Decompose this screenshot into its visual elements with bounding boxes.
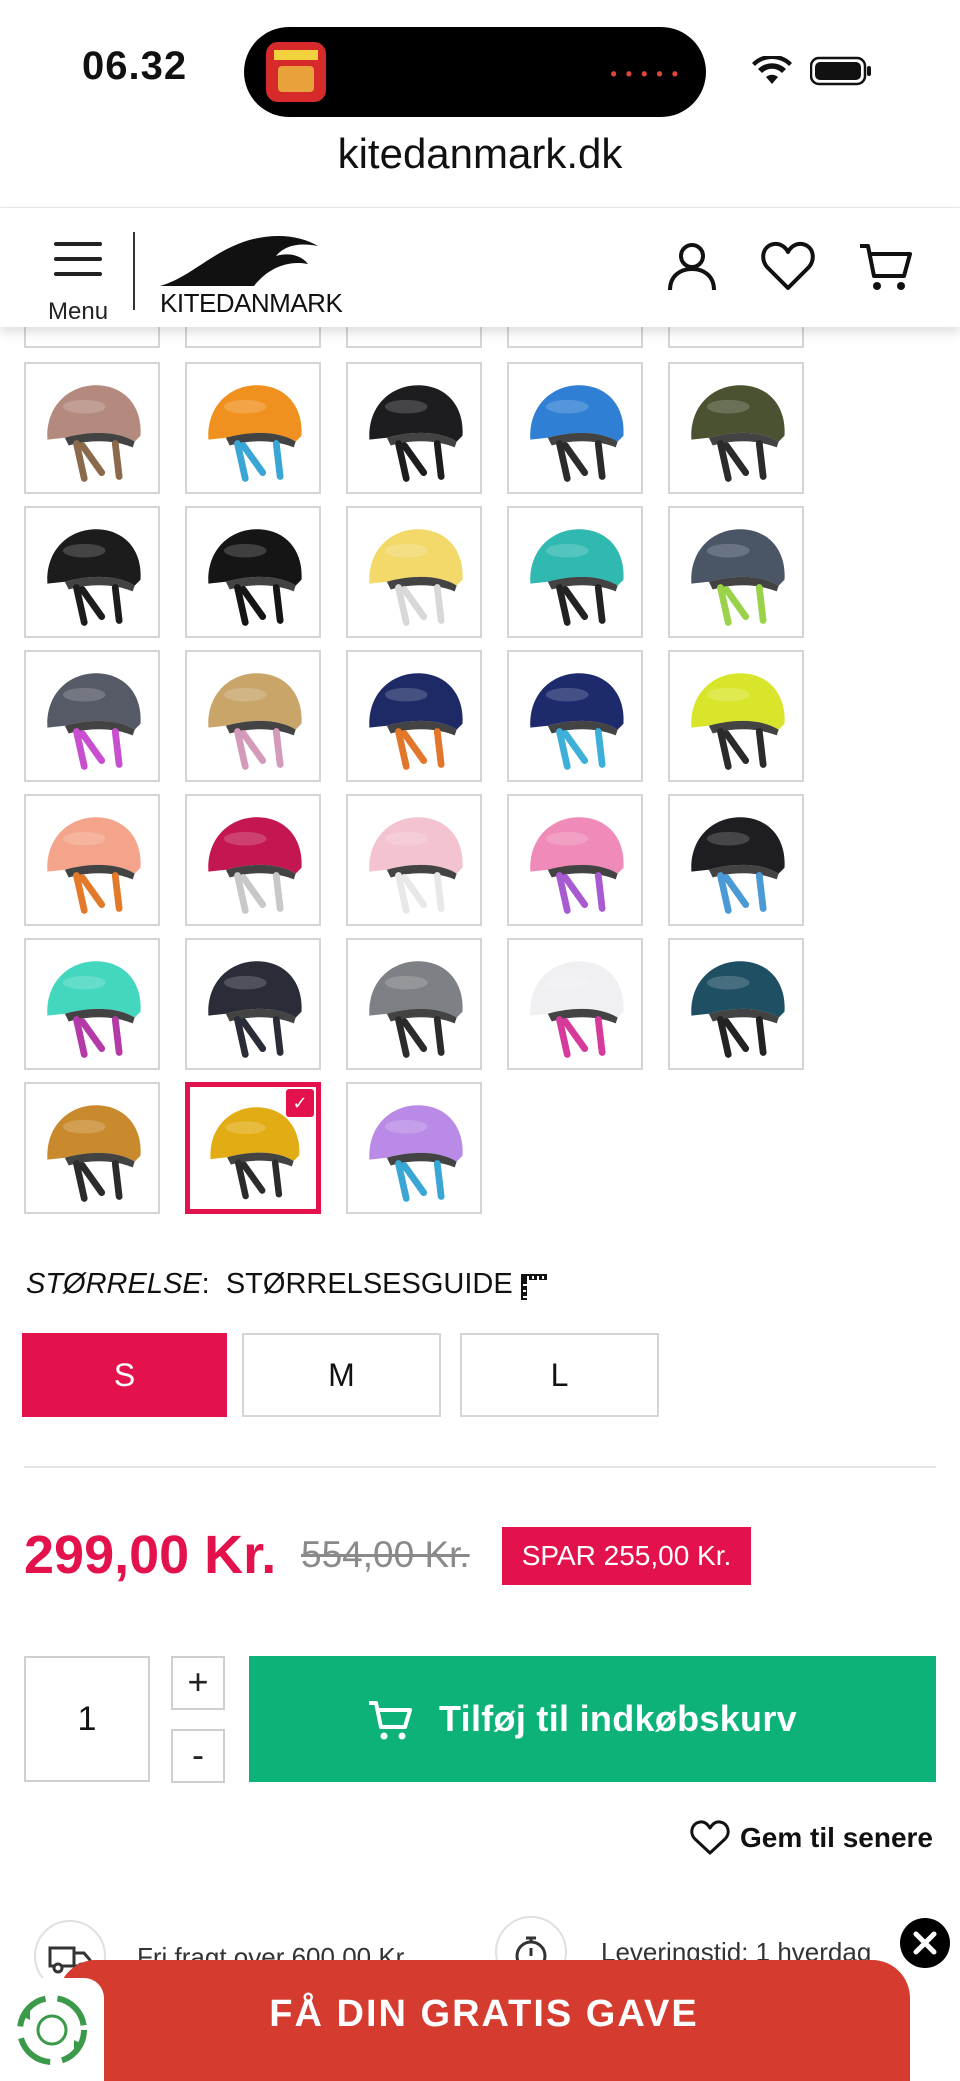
color-swatch-gradient-pink-blue[interactable] bbox=[346, 1082, 482, 1214]
helmet-icon bbox=[369, 817, 463, 914]
helmet-icon bbox=[530, 961, 624, 1058]
size-guide-link[interactable]: STØRRELSESGUIDE bbox=[226, 1268, 513, 1300]
header-divider bbox=[133, 232, 135, 310]
now-playing-artwork bbox=[266, 42, 326, 102]
helmet-icon bbox=[530, 529, 624, 626]
color-swatch-black-print[interactable] bbox=[346, 362, 482, 494]
color-swatch-eight-ball[interactable] bbox=[185, 938, 321, 1070]
save-for-later-label: Gem til senere bbox=[740, 1822, 933, 1853]
helmet-icon bbox=[47, 385, 141, 482]
color-swatch-granite-pink[interactable] bbox=[24, 650, 160, 782]
logo-text: KITEDANMARK bbox=[160, 288, 343, 318]
browser-url[interactable]: kitedanmark.dk bbox=[0, 130, 960, 178]
color-swatch-gold[interactable]: ✓ bbox=[185, 1082, 321, 1214]
helmet-icon bbox=[208, 529, 302, 626]
color-swatch-leopard[interactable] bbox=[24, 1082, 160, 1214]
color-swatch-olive[interactable] bbox=[668, 362, 804, 494]
helmet-icon bbox=[530, 385, 624, 482]
color-swatch-petrol[interactable] bbox=[668, 938, 804, 1070]
selected-check-icon: ✓ bbox=[286, 1089, 314, 1117]
wifi-icon bbox=[752, 56, 792, 84]
helmet-icon bbox=[47, 817, 141, 914]
helmet-icon bbox=[691, 529, 785, 626]
save-badge: SPAR 255,00 Kr. bbox=[502, 1527, 751, 1585]
wave-logo-icon bbox=[160, 235, 318, 286]
free-gift-label: FÅ DIN GRATIS GAVE bbox=[269, 1993, 699, 2035]
quantity-plus-button[interactable]: + bbox=[171, 1656, 225, 1710]
status-time: 06.32 bbox=[82, 44, 188, 88]
audio-waveform-icon: • • • • • bbox=[610, 64, 680, 84]
status-bar: 06.32 • • • • • kitedanmark.dk bbox=[0, 0, 960, 177]
color-swatch-grey[interactable] bbox=[346, 938, 482, 1070]
old-price: 554,00 Kr. bbox=[301, 1534, 470, 1575]
menu-button[interactable]: Menu bbox=[44, 232, 114, 325]
color-swatch-black-blue[interactable] bbox=[668, 794, 804, 926]
color-swatch-black-skull[interactable] bbox=[24, 506, 160, 638]
battery-icon bbox=[810, 56, 871, 86]
helmet-icon bbox=[369, 961, 463, 1058]
helmet-icon bbox=[691, 673, 785, 770]
color-swatch-rose-tan[interactable] bbox=[24, 362, 160, 494]
add-to-cart-label: Tilføj til indkøbskurv bbox=[439, 1698, 797, 1739]
helmet-icon bbox=[208, 385, 302, 482]
size-option-l[interactable]: L bbox=[460, 1333, 659, 1417]
color-swatch-granite-lime[interactable] bbox=[668, 506, 804, 638]
size-option-m[interactable]: M bbox=[242, 1333, 441, 1417]
color-swatch-peach-orange[interactable] bbox=[24, 794, 160, 926]
current-price: 299,00 Kr. bbox=[24, 1525, 277, 1585]
site-header: Menu KITEDANMARK bbox=[0, 207, 960, 327]
helmet-icon bbox=[47, 961, 141, 1058]
color-swatch-white-flower[interactable] bbox=[507, 938, 643, 1070]
size-label: STØRRELSE bbox=[26, 1268, 202, 1300]
menu-label: Menu bbox=[48, 298, 109, 325]
color-swatch-black-gold[interactable] bbox=[185, 506, 321, 638]
close-banner-button[interactable] bbox=[900, 1918, 950, 1968]
divider bbox=[24, 1466, 936, 1468]
helmet-icon bbox=[47, 673, 141, 770]
helmet-icon bbox=[369, 385, 463, 482]
color-swatch-yellow[interactable] bbox=[346, 506, 482, 638]
helmet-icon bbox=[208, 961, 302, 1058]
heart-icon bbox=[690, 1820, 730, 1855]
color-swatch-orange-blue[interactable] bbox=[185, 362, 321, 494]
heart-icon[interactable] bbox=[760, 238, 816, 294]
quantity-minus-button[interactable]: - bbox=[171, 1729, 225, 1783]
helmet-icon bbox=[530, 817, 624, 914]
color-swatch-gradient-gold-pink[interactable] bbox=[185, 650, 321, 782]
helmet-icon bbox=[369, 529, 463, 626]
helmet-icon bbox=[530, 673, 624, 770]
color-swatch-navy-orange[interactable] bbox=[346, 650, 482, 782]
helmet-icon bbox=[369, 1105, 463, 1202]
color-swatch-navy-blue[interactable] bbox=[507, 650, 643, 782]
helmet-icon bbox=[369, 673, 463, 770]
helmet-icon bbox=[691, 385, 785, 482]
size-label-row: STØRRELSE: STØRRELSESGUIDE bbox=[26, 1268, 513, 1300]
color-swatch-mint-magenta[interactable] bbox=[24, 938, 160, 1070]
size-option-s[interactable]: S bbox=[22, 1333, 227, 1417]
user-icon[interactable] bbox=[664, 238, 720, 294]
color-swatch-raspberry[interactable] bbox=[185, 794, 321, 926]
color-swatch-lime[interactable] bbox=[668, 650, 804, 782]
helmet-icon bbox=[208, 817, 302, 914]
site-logo[interactable]: KITEDANMARK bbox=[158, 228, 343, 318]
recycle-icon[interactable] bbox=[0, 1978, 104, 2081]
ruler-icon[interactable] bbox=[519, 1272, 549, 1302]
color-swatch-light-pink[interactable] bbox=[346, 794, 482, 926]
quantity-input[interactable]: 1 bbox=[24, 1656, 150, 1782]
helmet-icon bbox=[47, 529, 141, 626]
add-to-cart-button[interactable]: Tilføj til indkøbskurv bbox=[249, 1656, 936, 1782]
helmet-icon bbox=[208, 673, 302, 770]
color-swatch-blue[interactable] bbox=[507, 362, 643, 494]
cart-icon bbox=[369, 1701, 412, 1740]
dynamic-island: • • • • • bbox=[244, 27, 706, 117]
free-gift-banner[interactable]: FÅ DIN GRATIS GAVE bbox=[58, 1960, 910, 2081]
helmet-icon bbox=[691, 961, 785, 1058]
cart-icon[interactable] bbox=[858, 238, 914, 294]
hamburger-icon bbox=[54, 242, 102, 278]
color-swatch-pink-purple[interactable] bbox=[507, 794, 643, 926]
color-swatch-teal-pattern[interactable] bbox=[507, 506, 643, 638]
helmet-icon bbox=[691, 817, 785, 914]
close-icon bbox=[913, 1931, 937, 1955]
helmet-icon bbox=[47, 1105, 141, 1202]
